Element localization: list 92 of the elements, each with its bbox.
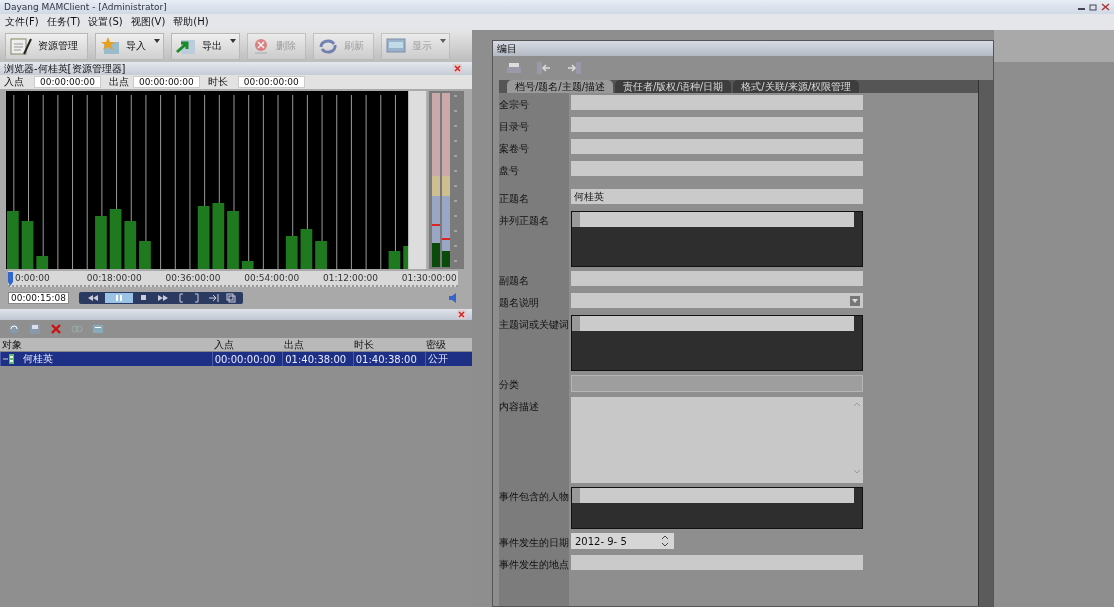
column-header[interactable]: 入点: [212, 337, 282, 352]
jump-end-icon[interactable]: [206, 293, 221, 303]
field-label: 目录号: [499, 120, 530, 134]
field-label: 事件发生的地点: [499, 558, 570, 572]
in-point-label: 入点: [4, 75, 25, 89]
close-icon[interactable]: [457, 310, 466, 319]
close-icon[interactable]: [453, 64, 462, 73]
field-label: 事件包含的人物: [499, 490, 570, 504]
pause-icon[interactable]: [104, 293, 133, 303]
field-label: 正题名: [499, 192, 530, 206]
menu-item[interactable]: 任务(T): [46, 15, 81, 29]
playhead-icon[interactable]: [8, 272, 13, 286]
refresh-icon: [318, 37, 338, 55]
properties-icon[interactable]: [92, 323, 104, 335]
field-label: 全宗号: [499, 98, 530, 112]
in-point-field[interactable]: 00:00:00:00: [34, 76, 101, 88]
film-clip-icon: [3, 354, 17, 364]
save-icon[interactable]: [29, 323, 41, 335]
timeline-tick-label: 0:00:00: [15, 273, 50, 283]
out-point-label: 出点: [108, 75, 129, 89]
restore-icon[interactable]: [1089, 3, 1098, 11]
table-row[interactable]: 何桂英 00:00:00:00 01:40:38:00 01:40:38:00 公开: [0, 352, 472, 366]
column-header[interactable]: 时长: [352, 337, 424, 352]
field-label: 副题名: [499, 274, 530, 288]
tab[interactable]: 格式/关联/来源/权限管理: [733, 80, 860, 93]
field-label: 题名说明: [499, 296, 540, 310]
out-point-field[interactable]: 00:00:00:00: [132, 76, 200, 88]
date-field[interactable]: 2012- 9- 5: [571, 533, 674, 549]
display-icon: [386, 37, 406, 55]
star-icon: [100, 36, 120, 56]
timeline-tick-label: 01:12:00:00: [323, 273, 378, 283]
menu-item[interactable]: 文件(F): [5, 15, 39, 29]
timeline-tick-label: 01:30:00:00: [401, 273, 457, 283]
table-cell: 公开: [428, 352, 449, 366]
input-field[interactable]: [571, 95, 863, 110]
delete-icon: [252, 37, 270, 55]
field-label: 事件发生的日期: [499, 536, 570, 550]
list-field[interactable]: [571, 487, 863, 529]
panel-title: 编目: [497, 41, 517, 56]
table-cell: 00:00:00:00: [214, 353, 276, 365]
field-label: 主题词或关键词: [499, 318, 570, 332]
field-label: 内容描述: [499, 400, 540, 414]
refresh-icon[interactable]: [8, 323, 20, 335]
panel-title: 浏览器-何桂英[资源管理器]: [4, 61, 126, 76]
delete-icon[interactable]: [50, 323, 62, 335]
dropdown-arrow-icon[interactable]: [850, 295, 860, 306]
input-field[interactable]: [571, 117, 863, 132]
table-cell: 01:40:38:00: [285, 353, 347, 365]
current-time-field[interactable]: 00:00:15:08: [8, 292, 69, 304]
duration-label: 时长: [207, 75, 229, 89]
timeline-tick-label: 00:54:00:00: [244, 273, 300, 283]
table-cell: 何桂英: [23, 352, 53, 366]
timeline-tick-label: 00:18:00:00: [86, 273, 142, 283]
window-title: Dayang MAMClient - [Administrator]: [4, 2, 167, 12]
spinner-icon[interactable]: [660, 535, 670, 547]
duration-field[interactable]: 00:00:00:00: [237, 76, 305, 88]
tab[interactable]: 档号/题名/主题/描述: [507, 80, 614, 93]
column-header[interactable]: 出点: [282, 337, 352, 352]
notepad-icon: [10, 36, 32, 56]
input-field[interactable]: 何桂英: [571, 189, 863, 204]
menu-item[interactable]: 帮助(H): [173, 15, 209, 29]
input-field[interactable]: [571, 271, 863, 286]
list-field[interactable]: [571, 315, 863, 371]
speaker-icon[interactable]: [448, 293, 458, 303]
export-icon[interactable]: [567, 62, 581, 74]
timeline-ruler[interactable]: 0:00:00 00:18:00:00 00:36:00:00 00:54:00:00 01:12:00:00 01:30:00:00: [8, 271, 458, 287]
print-icon[interactable]: [507, 62, 521, 74]
field-label: 分类: [499, 378, 520, 392]
menu-item[interactable]: 视图(V): [130, 15, 166, 29]
table-cell: 01:40:38:00: [355, 353, 417, 365]
copy-icon[interactable]: [224, 293, 237, 303]
scrollbar[interactable]: [978, 80, 993, 606]
input-field[interactable]: [571, 139, 863, 154]
tab[interactable]: 责任者/版权/语种/日期: [615, 80, 732, 93]
import-icon[interactable]: [537, 62, 551, 74]
caret-icon[interactable]: [230, 38, 236, 43]
column-header[interactable]: 密级: [424, 337, 470, 352]
input-field[interactable]: [571, 161, 863, 176]
input-field[interactable]: [571, 555, 863, 570]
toolbar-button[interactable]: 导出: [171, 32, 240, 60]
toolbar-button[interactable]: 资源管理: [5, 32, 88, 60]
field-label: 案卷号: [499, 142, 530, 156]
column-header[interactable]: 对象: [0, 337, 212, 352]
close-icon[interactable]: [1101, 3, 1110, 11]
caret-icon[interactable]: [154, 38, 160, 43]
field-label: 盘号: [499, 164, 520, 178]
list-field[interactable]: [571, 211, 863, 267]
dropdown-field[interactable]: [571, 293, 863, 308]
timeline-tick-label: 00:36:00:00: [165, 273, 221, 283]
menu-item[interactable]: 设置(S): [88, 15, 123, 29]
toolbar-button[interactable]: 导入: [95, 32, 164, 60]
field-label: 并列正题名: [499, 214, 550, 228]
